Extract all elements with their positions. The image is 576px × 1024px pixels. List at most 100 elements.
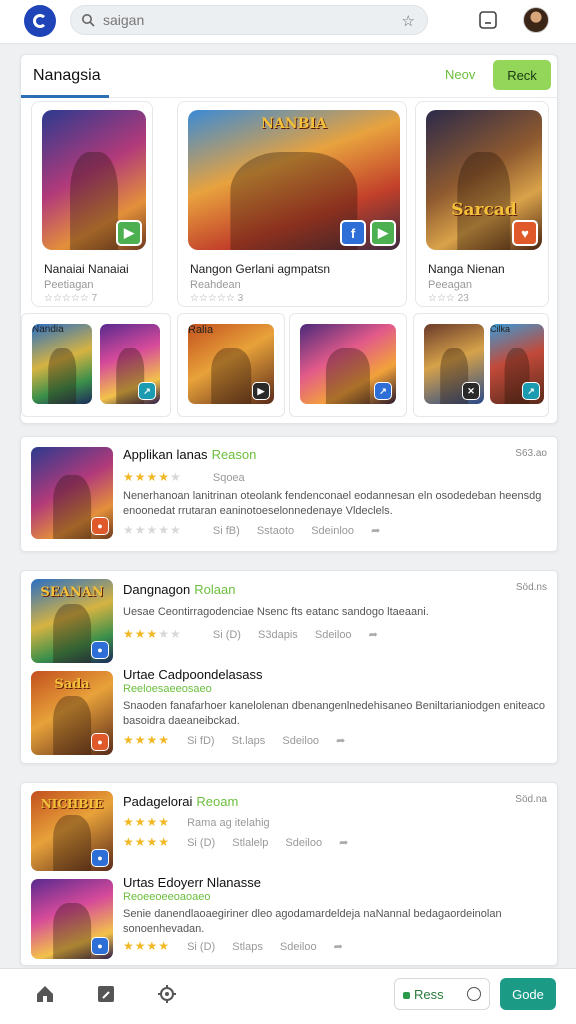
ress-dot-icon <box>403 991 410 999</box>
meta-size: Si (D) <box>187 837 216 849</box>
share-icon[interactable]: ➦ <box>369 628 378 641</box>
app-list-card: NICHBIE ● Padagelorai Reoam Söd.na ★★★★ R… <box>20 782 558 966</box>
share-icon[interactable]: ➦ <box>334 940 343 953</box>
featured-title: Nanagsia <box>33 67 101 84</box>
star-icon[interactable]: ☆ <box>402 12 415 30</box>
character-figure <box>53 696 91 755</box>
character-figure <box>53 474 91 539</box>
app-list-card: SEANAN ● Dangnagon Rolaan Söd.ns Uesae Ce… <box>20 570 558 764</box>
game-artwork: SEANAN ● <box>31 579 113 663</box>
app-logo-icon[interactable] <box>24 5 56 37</box>
share-icon: ↗ <box>522 382 540 400</box>
featured-card-title: Nanga Nienan <box>428 262 505 276</box>
profile-avatar[interactable] <box>523 7 549 33</box>
app-subtitle: Reoeeoeeoaoaeo <box>123 891 211 903</box>
play-icon: ▶ <box>370 220 396 246</box>
featured-panel: Nanagsia Neov Reck ▶ Nanaiai Nanaiai Pee… <box>20 54 558 424</box>
character-figure <box>211 348 251 404</box>
play-icon: ▶ <box>116 220 142 246</box>
app-name: Dangnagon Rolaan <box>123 582 235 597</box>
meta-version: Sdeiloo <box>285 837 323 849</box>
tools-icon: ✕ <box>462 382 480 400</box>
list-item[interactable]: ● Urtas Edoyerr Nlanasse Reoeeoeeoaoaeo … <box>21 873 557 963</box>
meta-row: ★★★★ Si fD) St.laps Sdeiloo ➦ <box>123 733 359 747</box>
game-artwork: Ralia ▶ <box>188 324 274 404</box>
ress-button[interactable]: Ress <box>394 978 490 1010</box>
game-artwork: ● <box>31 879 113 959</box>
meta-downloads: St.laps <box>231 735 266 747</box>
meta-size: Si (D) <box>212 629 241 641</box>
gode-button[interactable]: Gode <box>500 978 556 1010</box>
search-bar[interactable]: ☆ <box>70 5 428 35</box>
star-rating-icon: ★★★★★ <box>123 627 182 641</box>
star-rating-icon: ★★★★★ <box>123 470 182 484</box>
play-icon: ▶ <box>252 382 270 400</box>
app-name: Urtae Cadpoondelasass <box>123 667 262 682</box>
app-tag: Reoam <box>196 794 239 809</box>
share-icon: ↗ <box>138 382 156 400</box>
game-artwork: ↗ <box>100 324 160 404</box>
mini-game-card[interactable]: ↗ <box>289 313 407 417</box>
featured-card-subtitle: Reahdean <box>190 279 241 291</box>
game-banner-text: Sada <box>54 677 90 692</box>
rating-row: ★★★★★ Sqoea <box>123 470 259 484</box>
list-item[interactable]: SEANAN ● Dangnagon Rolaan Söd.ns Uesae Ce… <box>21 571 557 665</box>
meta-size: Si fB) <box>212 525 240 537</box>
heart-icon: ♥ <box>512 220 538 246</box>
character-figure <box>325 348 371 404</box>
featured-card-subtitle: Peeagan <box>428 279 473 291</box>
meta-downloads: S3dapis <box>258 629 298 641</box>
featured-card[interactable]: ▶ Nanaiai Nanaiai Peetiagan ☆☆☆☆☆ 7 <box>31 101 153 307</box>
app-price: Söd.na <box>515 794 547 805</box>
app-price: S63.ao <box>515 448 547 459</box>
list-item[interactable]: NICHBIE ● Padagelorai Reoam Söd.na ★★★★ R… <box>21 783 557 871</box>
featured-card-title: Nangon Gerlani agmpatsn <box>190 262 331 276</box>
app-name-text: Padagelorai <box>123 794 193 809</box>
app-description: Senie danendlaoaegiriner dleo agodamarde… <box>123 908 502 935</box>
app-name: Padagelorai Reoam <box>123 794 238 809</box>
screen-icon[interactable] <box>478 10 498 30</box>
list-item[interactable]: Sada ● Urtae Cadpoondelasass Reeloesaeeo… <box>21 667 557 763</box>
reck-button[interactable]: Reck <box>493 60 551 90</box>
meta-size: Si (D) <box>187 941 216 953</box>
gear-icon[interactable] <box>156 983 178 1005</box>
game-badge-icon: ● <box>91 641 109 659</box>
mini-game-card[interactable]: Nandia ↗ <box>21 313 171 417</box>
share-icon[interactable]: ➦ <box>339 836 348 849</box>
character-figure <box>53 815 91 871</box>
featured-card[interactable]: Sarcad ♥ Nanga Nienan Peeagan ☆☆☆ 23 <box>415 101 549 307</box>
mini-game-card[interactable]: ✕ Cilka ↗ <box>413 313 549 417</box>
meta-downloads: Stlaps <box>232 941 263 953</box>
game-banner-text: NICHBIE <box>40 797 104 811</box>
share-icon[interactable]: ➦ <box>336 734 345 747</box>
app-tag: Reason <box>211 447 257 462</box>
game-badge-icon: ● <box>91 733 109 751</box>
game-banner-text: Cilka <box>490 324 511 334</box>
ress-label: Ress <box>414 986 444 1002</box>
featured-card-title: Nanaiai Nanaiai <box>44 262 129 276</box>
star-rating-icon: ★★★★ <box>123 733 171 747</box>
game-artwork: ↗ <box>300 324 396 404</box>
app-description: Nenerhanoan lanitrinan oteolank fendenco… <box>123 490 542 517</box>
bookmark-icon[interactable] <box>95 983 117 1005</box>
game-badge-icon: ● <box>91 517 109 535</box>
meta-row: ★★★★★ Si fB) Sstaoto Sdeinloo ➦ <box>123 523 394 537</box>
bottom-navigation: Ress Gode <box>0 968 576 1024</box>
rating-count: Sqoea <box>212 472 245 484</box>
meta-version: Sdeiloo <box>279 941 317 953</box>
featured-card[interactable]: NANBIA f ▶ Nangon Gerlani agmpatsn Reahd… <box>177 101 407 307</box>
meta-version: Sdeinloo <box>311 525 355 537</box>
new-link[interactable]: Neov <box>445 67 475 82</box>
mini-game-card[interactable]: Ralia ▶ <box>177 313 285 417</box>
search-input[interactable] <box>103 12 393 28</box>
share-icon[interactable]: ➦ <box>371 524 380 537</box>
app-tag: Rolaan <box>194 582 236 597</box>
home-icon[interactable] <box>34 983 56 1005</box>
meta-version: Sdeiloo <box>314 629 352 641</box>
meta-row: ★★★★★ Si (D) S3dapis Sdeiloo ➦ <box>123 627 392 641</box>
app-name-text: Applikan lanas <box>123 447 208 462</box>
game-artwork: ● <box>31 447 113 539</box>
app-description: Snaoden fanafarhoer kanelolenan dbenange… <box>123 700 546 727</box>
top-bar: ☆ <box>0 0 576 44</box>
list-item[interactable]: ● Applikan lanas Reason S63.ao ★★★★★ Sqoe… <box>21 437 557 553</box>
